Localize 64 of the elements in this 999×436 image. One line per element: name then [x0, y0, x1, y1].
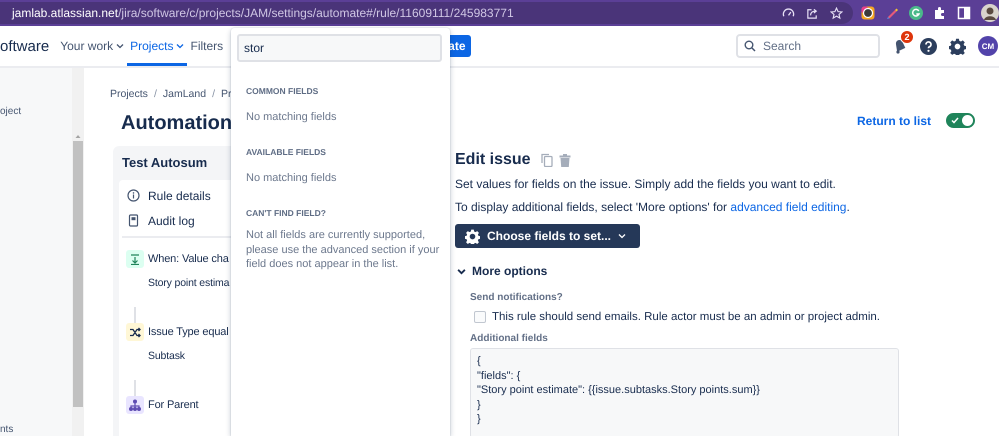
info-icon — [127, 189, 140, 202]
nav-item[interactable]: Your work — [57, 26, 128, 66]
step-detail: Story point estima — [148, 276, 230, 290]
description-text: Set values for fields on the issue. Simply add the fields you want to edit. — [455, 176, 837, 192]
gauge-icon[interactable] — [782, 6, 795, 20]
rule-toggle[interactable] — [946, 113, 975, 128]
step-title[interactable]: Issue Type equal — [148, 323, 229, 341]
trigger-icon — [126, 250, 144, 268]
sidebar-item[interactable]: oject — [0, 106, 72, 117]
json-field[interactable]: { "fields": { "Story point estimate": {{issue.subtasks.Story points.sum}} } } — [470, 348, 899, 436]
section-text: Not all fields are currently supported, please use the advanced section if your field does not appear in the list. — [246, 228, 440, 272]
product-name: oftware — [0, 38, 50, 54]
gear-icon — [465, 228, 480, 244]
hint-text: To display additional fields, select 'More options' for advanced field editing. — [455, 199, 851, 215]
chevron-icon — [457, 266, 466, 276]
panel-title: Edit issue — [455, 150, 531, 170]
nav-item[interactable]: Filters — [187, 26, 224, 66]
choose-fields-button[interactable]: Choose fields to set... — [455, 224, 640, 248]
breadcrumb-separator: / — [211, 87, 216, 102]
section-text: No matching fields — [246, 110, 338, 125]
rule-menu-item[interactable]: Rule details — [148, 188, 211, 202]
field-search-input[interactable]: stor — [237, 34, 442, 62]
field-label: Send notifications? — [470, 291, 564, 305]
pencil-icon[interactable] — [885, 6, 899, 20]
profile-avatar-icon[interactable] — [981, 4, 999, 22]
caret-icon — [618, 232, 626, 240]
section-heading: AVAILABLE FIELDS — [246, 146, 327, 158]
return-link[interactable]: Return to list — [857, 114, 931, 128]
share-icon[interactable] — [806, 6, 819, 20]
shuffle-icon — [126, 323, 144, 341]
nav-item[interactable]: Projects — [127, 26, 188, 66]
document-icon — [127, 214, 140, 227]
search-icon — [744, 40, 756, 52]
field-label: Additional fields — [470, 332, 549, 346]
section-heading: COMMON FIELDS — [246, 85, 320, 97]
checkbox-label: This rule should send emails. Rule actor must be an admin or project admin. — [492, 310, 880, 324]
breadcrumb-link[interactable]: Pr — [220, 86, 232, 102]
check-icon — [951, 117, 959, 124]
extension-icon[interactable] — [909, 6, 923, 20]
extension-icon[interactable] — [861, 6, 875, 20]
step-title[interactable]: For Parent — [148, 396, 198, 414]
rule-menu-item[interactable]: Audit log — [148, 214, 195, 228]
settings-icon[interactable] — [949, 38, 966, 54]
breadcrumb-link[interactable]: Projects — [110, 86, 148, 102]
section-text: No matching fields — [246, 171, 338, 186]
search-field[interactable]: Search — [736, 34, 880, 58]
sidebar-icon[interactable] — [957, 6, 971, 20]
more-options-toggle[interactable]: More options — [455, 262, 548, 280]
puzzle-icon[interactable] — [933, 6, 947, 20]
sidebar-item[interactable]: nts — [0, 424, 72, 436]
step-detail: Subtask — [148, 349, 185, 363]
advanced-editing-link[interactable]: advanced field editing — [730, 200, 846, 214]
notification-badge: 2 — [900, 30, 914, 44]
page-title: Automation — [121, 111, 232, 136]
section-heading: CAN'T FIND FIELD? — [246, 207, 327, 219]
step-title[interactable]: When: Value cha — [148, 250, 229, 268]
star-icon[interactable] — [830, 6, 843, 20]
checkbox[interactable] — [474, 311, 486, 323]
help-icon[interactable] — [920, 38, 937, 54]
rule-title: Test Autosum — [122, 155, 208, 171]
breadcrumb-link[interactable]: JamLand — [162, 86, 206, 102]
hierarchy-icon — [126, 396, 144, 414]
breadcrumb-separator: / — [152, 87, 158, 102]
user-avatar[interactable]: CM — [978, 36, 998, 56]
